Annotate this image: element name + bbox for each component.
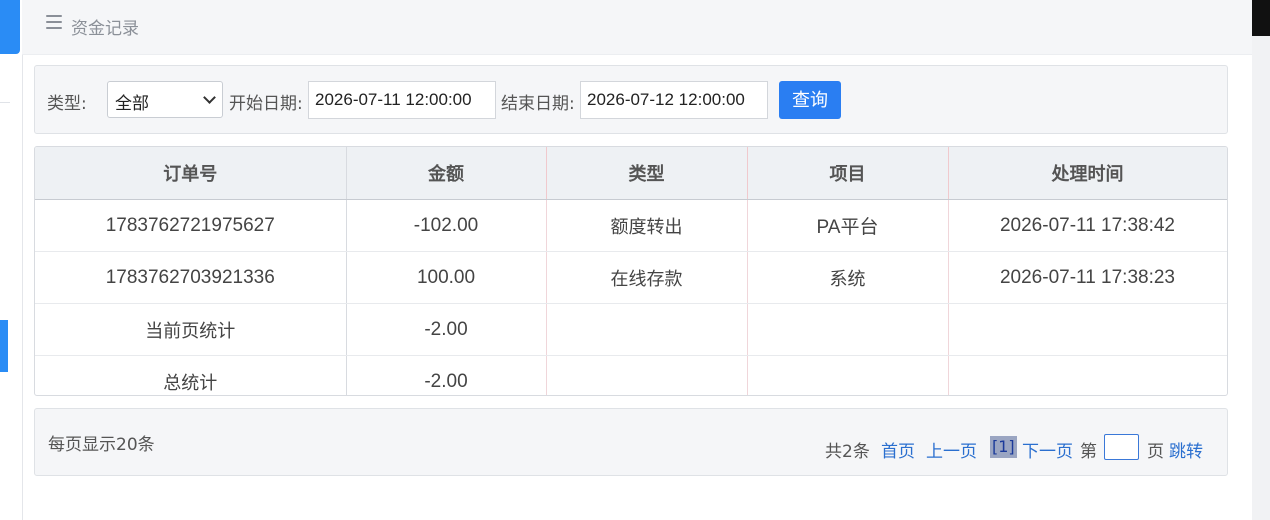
- window-right-edge: [1252, 0, 1270, 520]
- sidebar: [0, 0, 23, 520]
- end-date-label: 结束日期:: [501, 94, 575, 114]
- filter-panel: 类型: 全部 开始日期: 2026-07-11 12:00:00 结束日期: 2…: [34, 65, 1228, 134]
- page-suffix-text: 页: [1147, 442, 1164, 462]
- table-header-row: 订单号 金额 类型 项目 处理时间: [35, 147, 1227, 200]
- sidebar-active-indicator: [0, 320, 8, 372]
- column-header-order-id[interactable]: 订单号: [35, 147, 347, 200]
- order-id-cell: 1783762703921336: [35, 251, 347, 304]
- table-row: 1783762703921336 100.00 在线存款 系统 2026-07-…: [35, 251, 1227, 304]
- column-header-type[interactable]: 类型: [546, 147, 748, 200]
- amount-cell: -102.00: [346, 199, 547, 252]
- column-header-amount[interactable]: 金额: [346, 147, 547, 200]
- column-header-time[interactable]: 处理时间: [948, 147, 1227, 200]
- type-cell: 额度转出: [546, 199, 748, 252]
- page-title: 资金记录: [71, 19, 139, 39]
- total-count: 共2条: [825, 442, 870, 462]
- pagination-panel: 每页显示20条 共2条 首页 上一页 [1] 下一页 第 页 跳转: [34, 408, 1228, 476]
- jump-link[interactable]: 跳转: [1169, 437, 1203, 462]
- type-label: 类型:: [47, 94, 87, 114]
- prev-page-link[interactable]: 上一页: [926, 437, 977, 462]
- type-select-value: 全部: [115, 94, 149, 114]
- first-page-link[interactable]: 首页: [881, 437, 915, 462]
- page-header: 资金记录: [22, 0, 1252, 55]
- order-id-cell: 1783762721975627: [35, 199, 347, 252]
- page-prefix-text: 第: [1080, 442, 1097, 462]
- amount-cell: 100.00: [346, 251, 547, 304]
- sidebar-divider: [0, 102, 10, 103]
- start-date-label: 开始日期:: [229, 94, 303, 114]
- chevron-down-icon: [203, 91, 216, 104]
- time-cell: 2026-07-11 17:38:23: [948, 251, 1227, 304]
- next-page-link[interactable]: 下一页: [1022, 437, 1073, 462]
- records-table: 订单号 金额 类型 项目 处理时间 1783762721975627 -102.…: [34, 146, 1228, 396]
- menu-icon[interactable]: [46, 15, 62, 31]
- table-row: 1783762721975627 -102.00 额度转出 PA平台 2026-…: [35, 199, 1227, 252]
- end-date-input[interactable]: 2026-07-12 12:00:00: [580, 81, 768, 119]
- grand-total-row: 总统计 -2.00: [35, 355, 1227, 395]
- page-total-value: -2.00: [346, 303, 547, 356]
- grand-total-value: -2.00: [346, 355, 547, 395]
- per-page-text: 每页显示20条: [48, 435, 155, 455]
- type-cell: 在线存款: [546, 251, 748, 304]
- current-page: [1]: [990, 436, 1017, 458]
- page-number-input[interactable]: [1104, 434, 1139, 460]
- column-header-item[interactable]: 项目: [747, 147, 949, 200]
- window-right-edge-dark: [1252, 0, 1270, 36]
- start-date-input[interactable]: 2026-07-11 12:00:00: [308, 81, 496, 119]
- sidebar-logo-tab[interactable]: [0, 0, 20, 54]
- query-button[interactable]: 查询: [779, 81, 841, 119]
- item-cell: PA平台: [747, 199, 949, 252]
- page-total-row: 当前页统计 -2.00: [35, 303, 1227, 356]
- type-select[interactable]: 全部: [107, 81, 223, 118]
- page-total-label: 当前页统计: [35, 303, 347, 356]
- grand-total-label: 总统计: [35, 355, 347, 395]
- time-cell: 2026-07-11 17:38:42: [948, 199, 1227, 252]
- item-cell: 系统: [747, 251, 949, 304]
